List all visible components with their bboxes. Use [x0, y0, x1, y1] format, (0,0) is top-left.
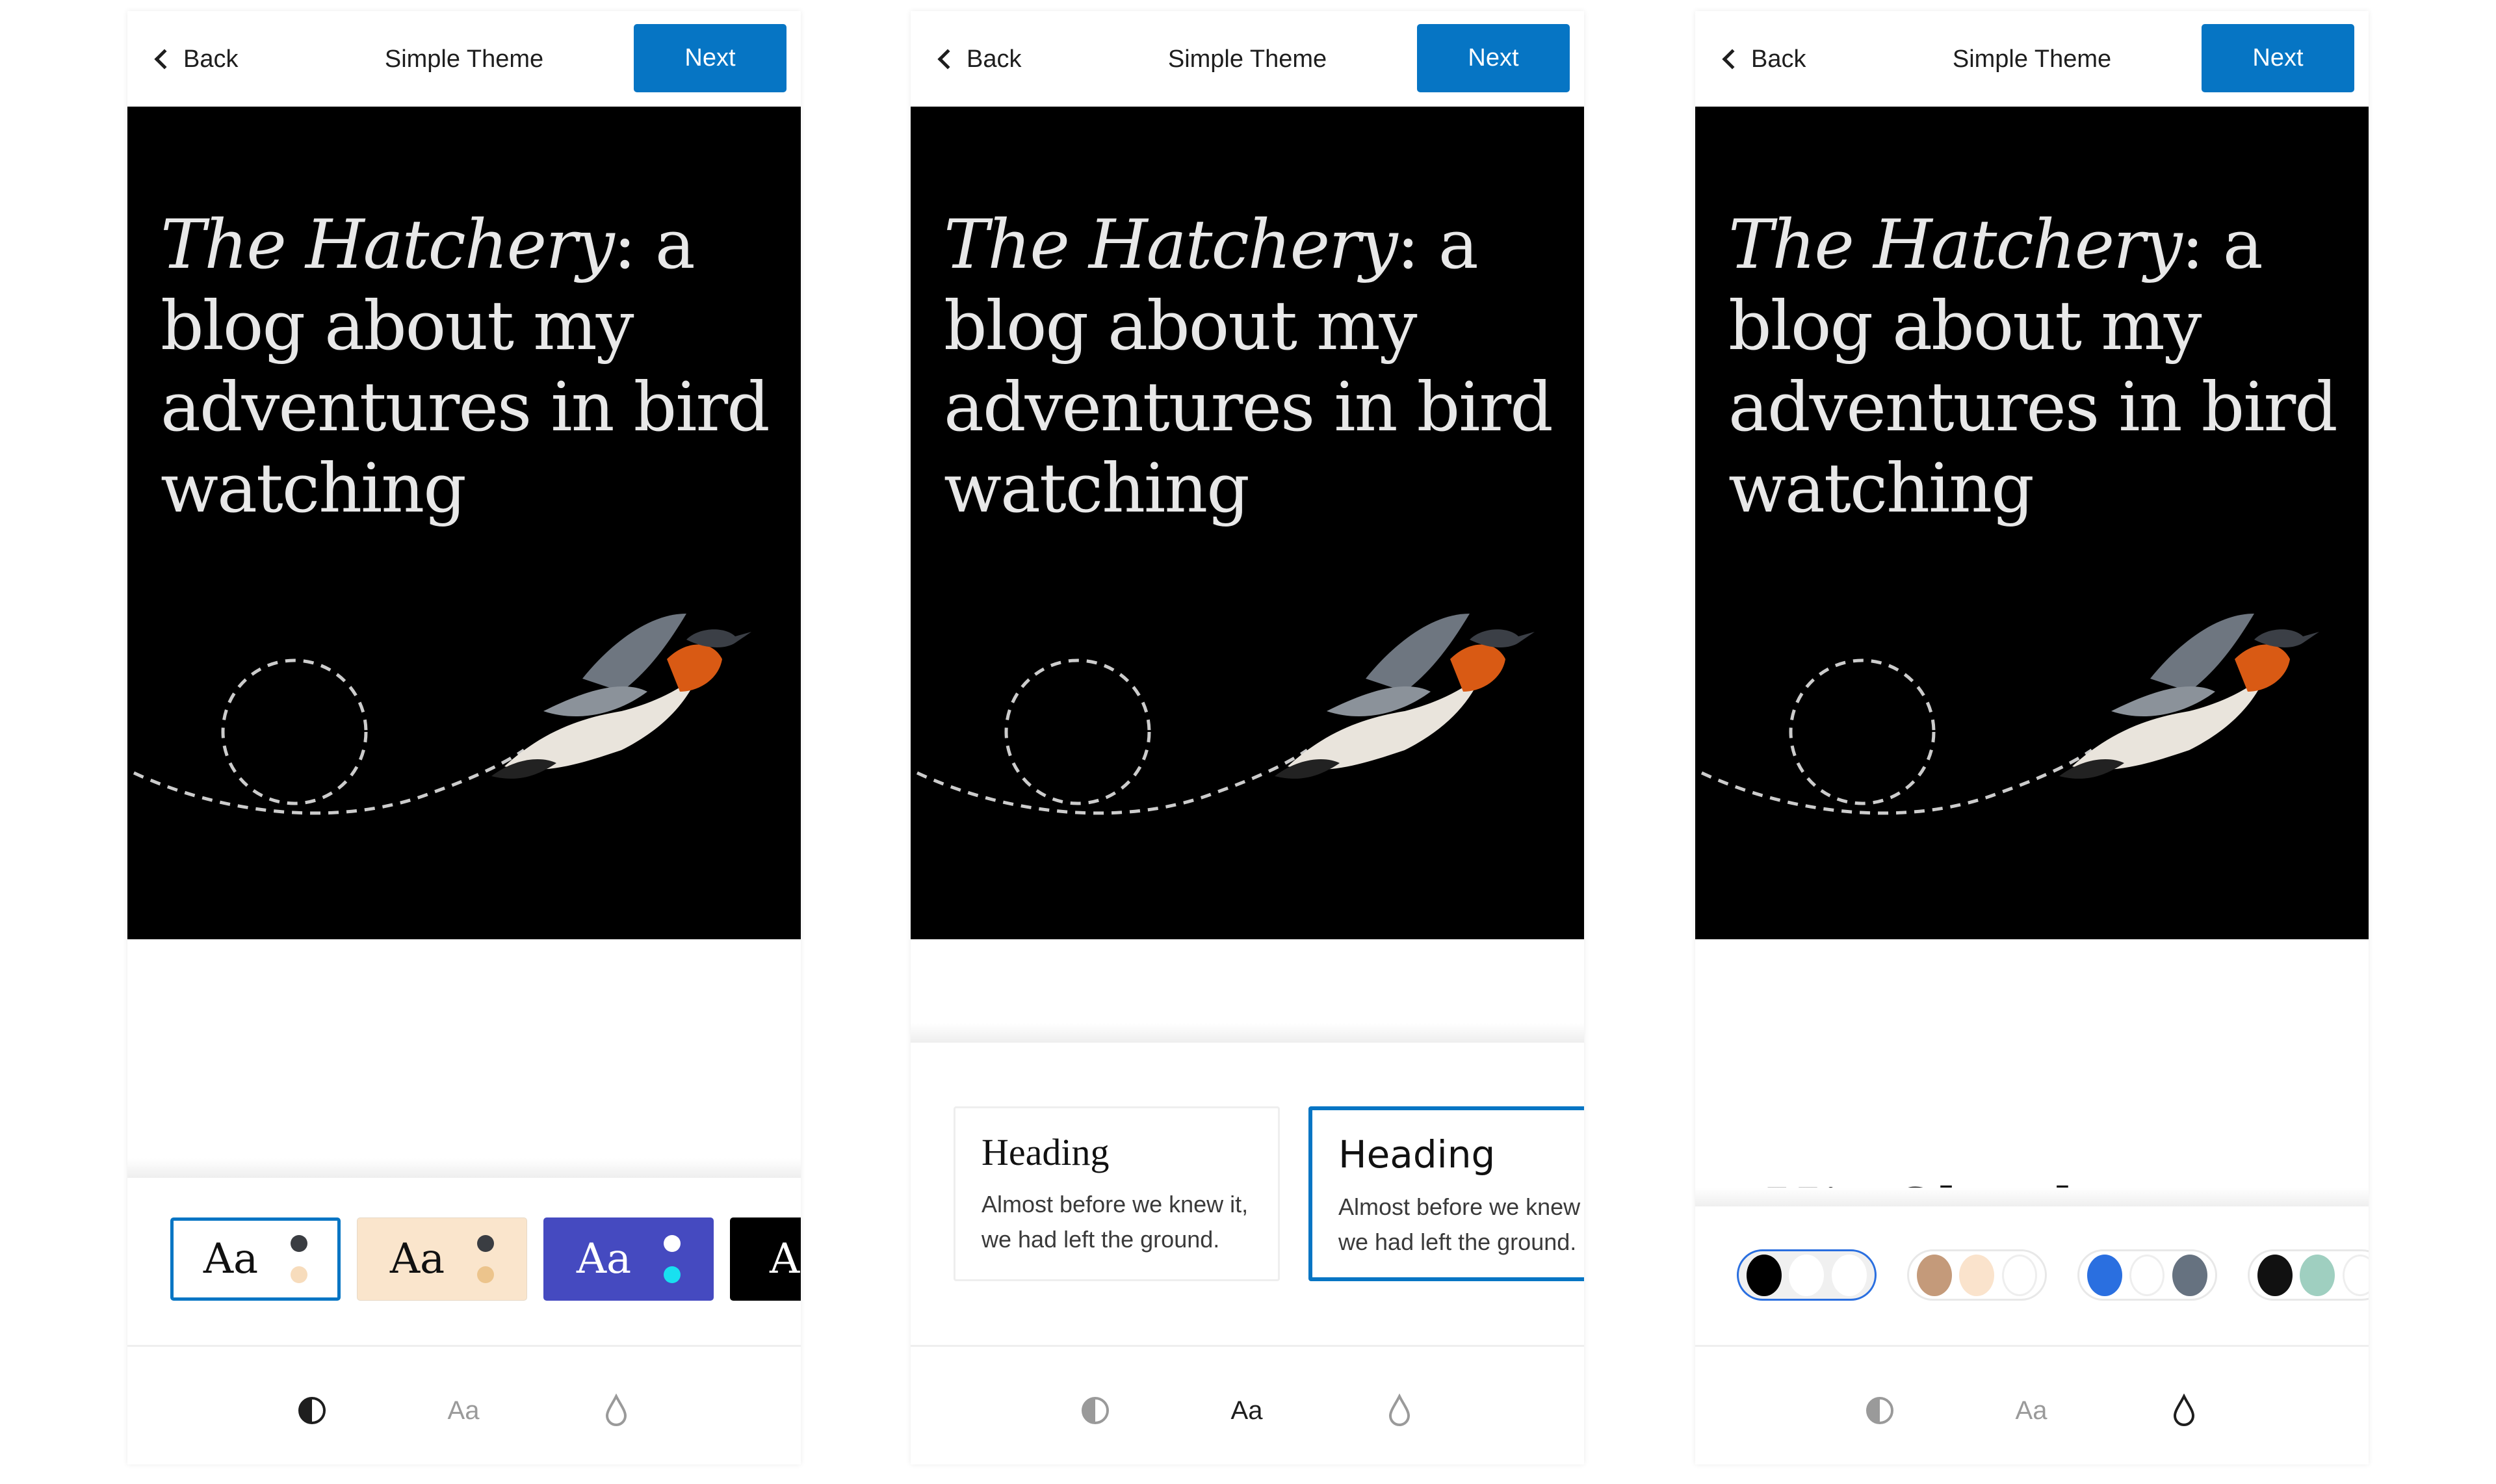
style-colors — [664, 1235, 681, 1283]
tray-shadow — [127, 1158, 801, 1178]
color-dot — [664, 1235, 681, 1252]
contrast-icon[interactable] — [1854, 1391, 1906, 1430]
font-heading-sample: Heading — [1338, 1132, 1496, 1177]
color-dot — [291, 1266, 308, 1283]
color-palettes — [1695, 1206, 2369, 1345]
style-preview-text: Aa — [770, 1235, 801, 1283]
style-swatch[interactable]: Aa — [170, 1217, 341, 1301]
preview-hero: The Hatchery: a blog about my adventures… — [1695, 107, 2369, 939]
style-preview-text: Aa — [389, 1235, 445, 1283]
palette-color — [2002, 1254, 2038, 1296]
theme-panel: Back Simple Theme Next The Hatchery: a blo… — [127, 11, 801, 1464]
next-button[interactable]: Next — [634, 24, 786, 92]
typography-icon[interactable]: Aa — [2005, 1391, 2057, 1430]
color-dot — [664, 1266, 681, 1283]
font-pairing-card[interactable]: Heading Almost before we knew it, we had … — [1308, 1106, 1584, 1281]
next-button[interactable]: Next — [1417, 24, 1570, 92]
bottom-toolbar: Aa — [127, 1345, 801, 1464]
header: Back Simple Theme Next — [127, 11, 801, 107]
back-label: Back — [967, 45, 1022, 73]
color-palette[interactable] — [1907, 1249, 2047, 1301]
palette-color — [2257, 1254, 2293, 1296]
back-button[interactable]: Back — [151, 40, 238, 79]
theme-panel: Back Simple Theme Next The Hatchery: a blo… — [1695, 11, 2369, 1464]
preview-hero: The Hatchery: a blog about my adventures… — [127, 107, 801, 939]
palette-color — [2343, 1254, 2369, 1296]
next-button[interactable]: Next — [2202, 24, 2354, 92]
color-dot — [477, 1235, 495, 1252]
hero-title: The Hatchery: a blog about my adventures… — [944, 204, 1568, 529]
dashed-circle — [1789, 658, 1936, 805]
palette-color — [2172, 1254, 2208, 1296]
chevron-left-icon — [937, 49, 958, 70]
back-button[interactable]: Back — [1719, 40, 1806, 79]
palette-color — [2300, 1254, 2335, 1296]
hero-title: The Hatchery: a blog about my adventures… — [161, 204, 785, 529]
palette-color — [1789, 1254, 1825, 1296]
preview-hero: The Hatchery: a blog about my adventures… — [911, 107, 1584, 939]
palette-color — [1832, 1254, 1867, 1296]
style-colors — [291, 1235, 308, 1283]
font-pairing-card[interactable]: Heading Almost before we knew it, we had … — [954, 1106, 1280, 1281]
palette-color — [2086, 1254, 2122, 1296]
contrast-icon[interactable] — [286, 1391, 338, 1430]
hero-title: The Hatchery: a blog about my adventures… — [1728, 204, 2352, 529]
drop-icon[interactable] — [590, 1391, 642, 1430]
palette-color — [2129, 1254, 2165, 1296]
back-label: Back — [1751, 45, 1806, 73]
color-palette[interactable] — [2077, 1249, 2217, 1301]
header: Back Simple Theme Next — [1695, 11, 2369, 107]
font-pairings: Heading Almost before we knew it, we had … — [911, 1043, 1584, 1345]
tray-shadow — [1695, 1188, 2369, 1207]
bird — [2059, 614, 2319, 779]
tray-shadow — [911, 1023, 1584, 1043]
flight-path — [916, 748, 1308, 815]
contrast-icon[interactable] — [1069, 1391, 1121, 1430]
color-palette[interactable] — [2248, 1249, 2369, 1301]
style-swatch[interactable]: Aa — [730, 1217, 801, 1301]
font-body-sample: Almost before we knew it, we had left th… — [982, 1191, 1249, 1253]
color-palette[interactable] — [1737, 1249, 1877, 1301]
dashed-circle — [221, 658, 368, 805]
bottom-toolbar: Aa — [1695, 1345, 2369, 1464]
bottom-toolbar: Aa — [911, 1345, 1584, 1464]
back-label: Back — [183, 45, 239, 73]
drop-icon[interactable] — [2158, 1391, 2210, 1430]
color-dot — [291, 1235, 308, 1252]
header: Back Simple Theme Next — [911, 11, 1584, 107]
chevron-left-icon — [1722, 49, 1743, 70]
font-body-sample: Almost before we knew it, we had left th… — [1338, 1193, 1584, 1255]
font-heading-sample: Heading — [982, 1131, 1110, 1173]
dashed-circle — [1004, 658, 1151, 805]
style-colors — [477, 1235, 495, 1283]
chevron-left-icon — [154, 49, 175, 70]
style-preview-text: Aa — [203, 1235, 259, 1283]
style-preview-text: Aa — [576, 1235, 632, 1283]
theme-panel: Back Simple Theme Next The Hatchery: a blo… — [911, 11, 1584, 1464]
style-swatch[interactable]: Aa — [543, 1217, 714, 1301]
palette-color — [1959, 1254, 1995, 1296]
flight-path — [133, 748, 525, 815]
flight-path — [1700, 748, 2093, 815]
color-dot — [477, 1266, 495, 1283]
hero-title-italic: The Hatchery — [161, 205, 615, 284]
style-variations: Aa Aa Aa Aa — [127, 1178, 801, 1345]
hero-title-italic: The Hatchery — [944, 205, 1398, 284]
back-button[interactable]: Back — [934, 40, 1021, 79]
hero-title-italic: The Hatchery — [1728, 205, 2183, 284]
typography-icon[interactable]: Aa — [1221, 1391, 1273, 1430]
palette-color — [1916, 1254, 1952, 1296]
palette-color — [1746, 1254, 1782, 1296]
bird — [1275, 614, 1535, 779]
drop-icon[interactable] — [1373, 1391, 1425, 1430]
style-swatch[interactable]: Aa — [357, 1217, 527, 1301]
bird — [491, 614, 751, 779]
typography-icon[interactable]: Aa — [437, 1391, 489, 1430]
